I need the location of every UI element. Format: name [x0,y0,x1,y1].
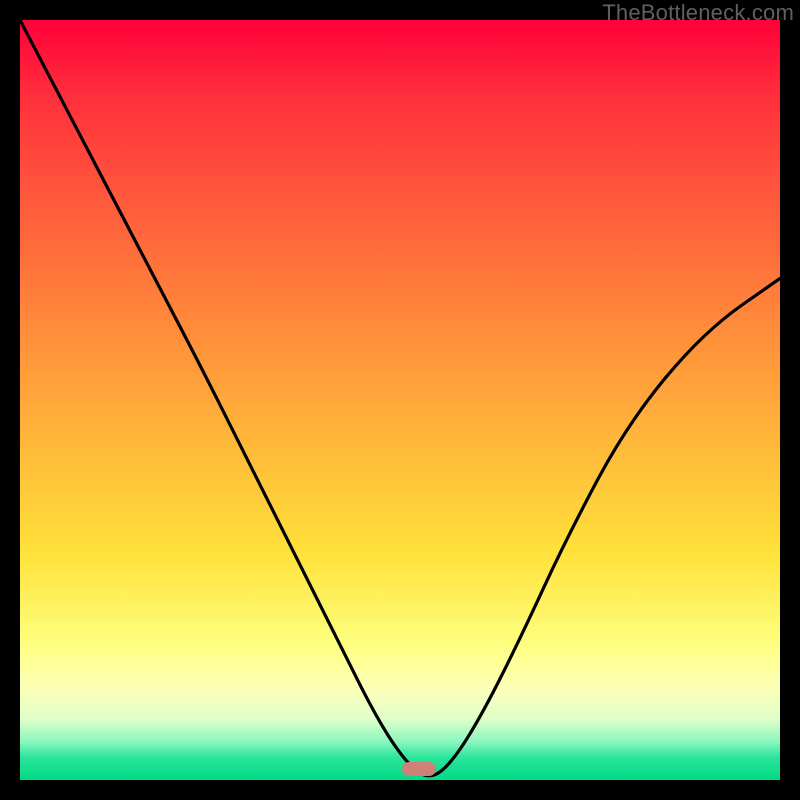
curve-path [20,20,780,776]
bottleneck-curve [20,20,780,780]
chart-frame: TheBottleneck.com [0,0,800,800]
watermark-text: TheBottleneck.com [602,0,794,26]
min-marker [402,762,436,776]
chart-plot-area [20,20,780,780]
